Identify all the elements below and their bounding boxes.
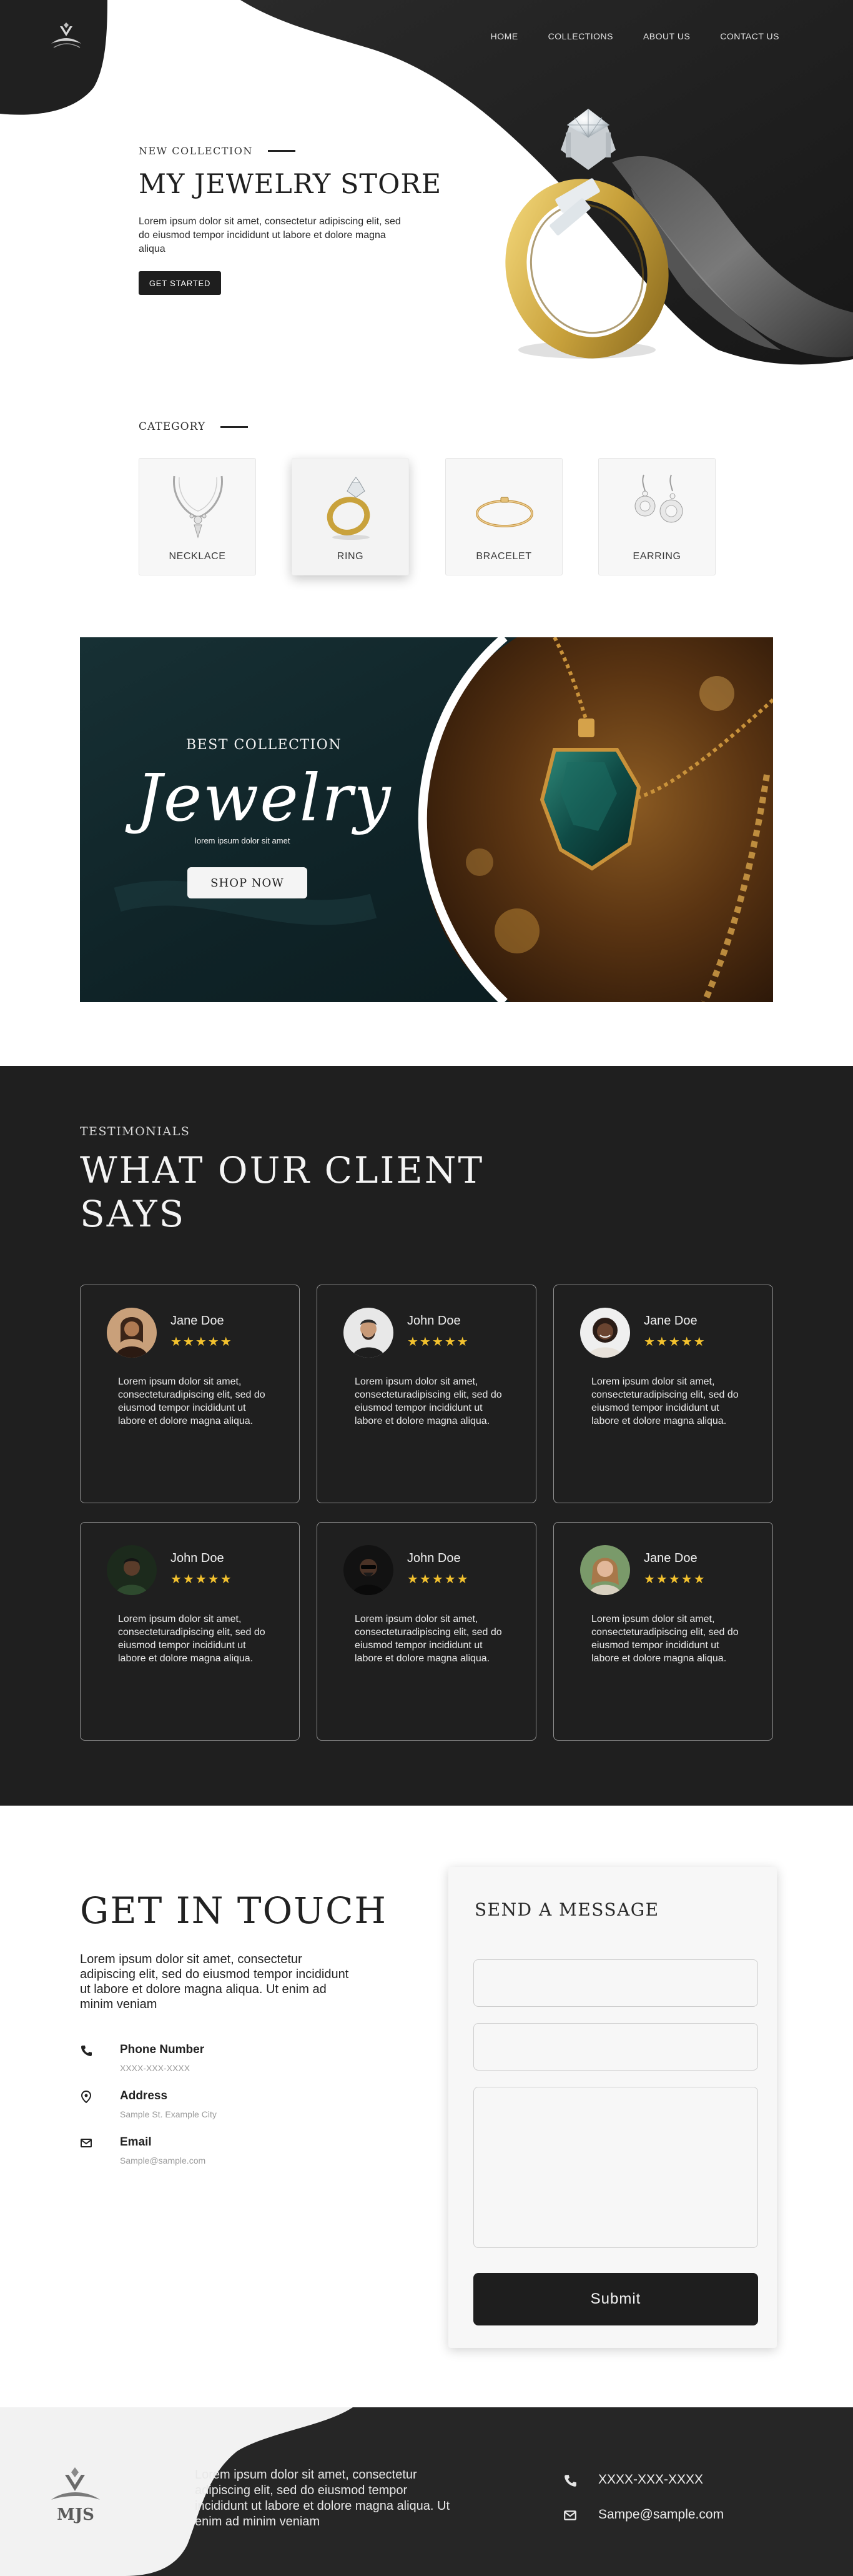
testimonial-name: Jane Doe bbox=[644, 1314, 698, 1328]
earring-icon bbox=[634, 474, 683, 523]
hero-section: HOME COLLECTIONS ABOUT US CONTACT US NEW… bbox=[0, 0, 853, 375]
phone-label: Phone Number bbox=[120, 2043, 205, 2056]
avatar bbox=[343, 1545, 393, 1595]
hero-ring-image bbox=[505, 109, 669, 359]
message-form: SEND A MESSAGE Submit bbox=[448, 1867, 777, 2348]
hero-description: Lorem ipsum dolor sit amet, consectetur … bbox=[139, 216, 401, 254]
mail-icon bbox=[81, 2139, 92, 2147]
footer-phone-text: XXXX-XXX-XXXX bbox=[598, 2472, 704, 2487]
address-label: Address bbox=[120, 2089, 168, 2102]
category-eyebrow-text: CATEGORY bbox=[139, 420, 206, 433]
email-value: Sample@sample.com bbox=[120, 2156, 206, 2166]
ring-icon bbox=[327, 477, 370, 540]
category-card-ring[interactable]: RING bbox=[292, 458, 409, 575]
nav-home[interactable]: HOME bbox=[491, 31, 518, 41]
banner-eyebrow: BEST COLLECTION bbox=[186, 737, 342, 753]
testimonial-name: Jane Doe bbox=[644, 1551, 698, 1565]
nav-contact-us[interactable]: CONTACT US bbox=[720, 31, 779, 41]
testimonial-text: Lorem ipsum dolor sit amet, consectetura… bbox=[591, 1614, 739, 1664]
banner-subtitle: lorem ipsum dolor sit amet bbox=[195, 836, 290, 845]
testimonial-text: Lorem ipsum dolor sit amet, consectetura… bbox=[355, 1614, 502, 1664]
testimonials-eyebrow: TESTIMONIALS bbox=[80, 1125, 190, 1138]
name-field[interactable] bbox=[473, 1959, 758, 2007]
banner-script-title: Jewelry bbox=[136, 760, 392, 836]
form-title: SEND A MESSAGE bbox=[475, 1899, 659, 1920]
eyebrow-divider bbox=[220, 425, 249, 428]
avatar bbox=[343, 1308, 393, 1358]
category-label: BRACELET bbox=[476, 551, 532, 562]
address-value: Sample St. Example City bbox=[120, 2109, 217, 2119]
rating-stars: ★★★★★ bbox=[407, 1571, 470, 1586]
rating-stars: ★★★★★ bbox=[170, 1334, 233, 1349]
nav-about-us[interactable]: ABOUT US bbox=[643, 31, 690, 41]
category-card-bracelet[interactable]: BRACELET bbox=[445, 458, 563, 575]
testimonials-section: TESTIMONIALS WHAT OUR CLIENT SAYS Jane D… bbox=[0, 1066, 853, 1806]
category-label: EARRING bbox=[633, 551, 681, 562]
category-label: RING bbox=[337, 551, 364, 562]
necklace-icon bbox=[173, 475, 223, 539]
eyebrow-divider bbox=[267, 150, 295, 152]
testimonials-title: WHAT OUR CLIENT SAYS bbox=[80, 1149, 485, 1235]
testimonial-text: Lorem ipsum dolor sit amet, consectetura… bbox=[118, 1376, 265, 1426]
promo-banner: BEST COLLECTION Jewelry lorem ipsum dolo… bbox=[80, 637, 773, 1002]
rating-stars: ★★★★★ bbox=[644, 1334, 706, 1349]
testimonial-card: John Doe ★★★★★ Lorem ipsum dolor sit ame… bbox=[317, 1285, 536, 1503]
testimonial-name: John Doe bbox=[170, 1551, 224, 1565]
category-label: NECKLACE bbox=[169, 551, 226, 562]
phone-icon bbox=[565, 2475, 576, 2487]
footer-logo-icon[interactable]: MJS bbox=[47, 2461, 104, 2536]
get-started-button[interactable]: GET STARTED bbox=[139, 271, 221, 295]
contact-title: GET IN TOUCH bbox=[80, 1889, 387, 1932]
testimonial-card: John Doe ★★★★★ Lorem ipsum dolor sit ame… bbox=[317, 1522, 536, 1741]
avatar bbox=[580, 1308, 630, 1358]
testimonial-card: Jane Doe ★★★★★ Lorem ipsum dolor sit ame… bbox=[553, 1522, 773, 1741]
location-pin-icon bbox=[81, 2091, 92, 2103]
rating-stars: ★★★★★ bbox=[644, 1571, 706, 1586]
main-nav: HOME COLLECTIONS ABOUT US CONTACT US bbox=[491, 31, 779, 41]
testimonial-name: Jane Doe bbox=[170, 1314, 224, 1328]
rating-stars: ★★★★★ bbox=[407, 1334, 470, 1349]
hero-title: MY JEWELRY STORE bbox=[139, 169, 442, 200]
shop-now-button[interactable]: SHOP NOW bbox=[187, 867, 307, 898]
rating-stars: ★★★★★ bbox=[170, 1571, 233, 1586]
hero-eyebrow: NEW COLLECTION bbox=[139, 145, 295, 157]
testimonial-name: John Doe bbox=[407, 1314, 461, 1328]
footer-logo-text: MJS bbox=[57, 2505, 94, 2524]
footer-description: Lorem ipsum dolor sit amet, consectetur … bbox=[195, 2468, 450, 2529]
submit-button[interactable]: Submit bbox=[473, 2273, 758, 2325]
logo-background bbox=[0, 0, 107, 115]
phone-icon bbox=[81, 2046, 92, 2056]
footer: MJS Lorem ipsum dolor sit amet, consecte… bbox=[0, 2407, 853, 2576]
category-card-necklace[interactable]: NECKLACE bbox=[139, 458, 256, 575]
testimonial-text: Lorem ipsum dolor sit amet, consectetura… bbox=[118, 1614, 265, 1664]
bracelet-icon bbox=[476, 497, 533, 527]
email-label: Email bbox=[120, 2136, 152, 2149]
testimonial-text: Lorem ipsum dolor sit amet, consectetura… bbox=[591, 1376, 739, 1426]
testimonial-card: Jane Doe ★★★★★ Lorem ipsum dolor sit ame… bbox=[553, 1285, 773, 1503]
avatar bbox=[107, 1308, 157, 1358]
category-card-earring[interactable]: EARRING bbox=[598, 458, 716, 575]
phone-value: XXXX-XXX-XXXX bbox=[120, 2063, 190, 2073]
avatar bbox=[580, 1545, 630, 1595]
brand-logo-icon[interactable] bbox=[49, 22, 84, 51]
testimonial-text: Lorem ipsum dolor sit amet, consectetura… bbox=[355, 1376, 502, 1426]
nav-collections[interactable]: COLLECTIONS bbox=[548, 31, 613, 41]
testimonial-card: Jane Doe ★★★★★ Lorem ipsum dolor sit ame… bbox=[80, 1285, 300, 1503]
testimonial-card: John Doe ★★★★★ Lorem ipsum dolor sit ame… bbox=[80, 1522, 300, 1741]
footer-email-text: Sampe@sample.com bbox=[598, 2507, 724, 2522]
category-eyebrow: CATEGORY bbox=[139, 420, 249, 433]
testimonial-name: John Doe bbox=[407, 1551, 461, 1565]
message-textarea[interactable] bbox=[473, 2087, 758, 2248]
contact-description: Lorem ipsum dolor sit amet, consectetur … bbox=[80, 1952, 349, 2011]
avatar bbox=[107, 1545, 157, 1595]
email-field[interactable] bbox=[473, 2023, 758, 2071]
mail-icon bbox=[564, 2510, 576, 2520]
hero-eyebrow-text: NEW COLLECTION bbox=[139, 145, 253, 157]
